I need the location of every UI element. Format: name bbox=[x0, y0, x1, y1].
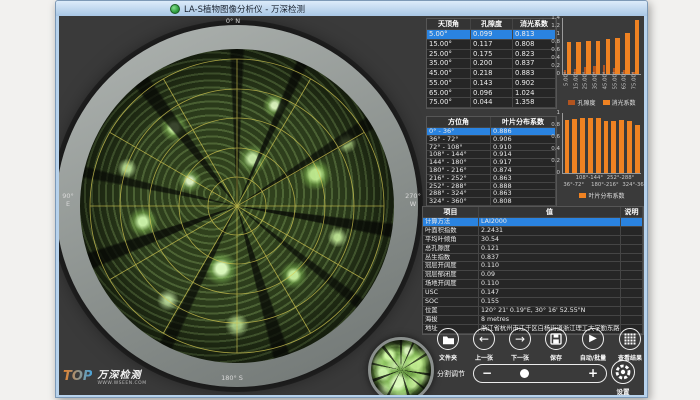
table-row[interactable]: 144° - 180°0.917 bbox=[427, 159, 556, 167]
segmentation-slider[interactable]: − + bbox=[473, 364, 607, 383]
table-row[interactable]: SOC0.155 bbox=[423, 298, 643, 307]
table-row[interactable]: 36° - 72°0.906 bbox=[427, 136, 556, 144]
table-row[interactable]: 计算方法LAI2000 bbox=[423, 218, 643, 227]
zenith-angle-table: 天顶角孔隙度消光系数5.00°0.0990.81315.00°0.1170.80… bbox=[426, 18, 557, 109]
fisheye-compass-ring bbox=[59, 25, 418, 387]
window-title: LA-S植物图像分析仪 - 万深检测 bbox=[184, 3, 305, 15]
title-bar[interactable]: LA-S植物图像分析仪 - 万深检测 bbox=[56, 1, 647, 16]
table-row[interactable]: 25.00°0.1750.823 bbox=[427, 50, 556, 60]
save-button[interactable]: 保存 bbox=[539, 328, 573, 362]
chart-legend: 孔隙度消光系数 bbox=[561, 98, 643, 107]
compass-north-label: 0° N bbox=[213, 17, 253, 25]
previous-image-button[interactable]: ← 上一张 bbox=[467, 328, 501, 362]
table-row[interactable]: 冠层郁闭度0.09 bbox=[423, 271, 643, 280]
table-row[interactable]: 0° - 36°0.886 bbox=[427, 128, 556, 136]
auto-batch-button[interactable]: ▶ 自动/批量 bbox=[576, 328, 610, 362]
table-row[interactable]: 108° - 144°0.914 bbox=[427, 151, 556, 159]
table-row[interactable]: 216° - 252°0.863 bbox=[427, 175, 556, 183]
chart-legend: 叶片分布系数 bbox=[561, 191, 643, 200]
table-row[interactable]: 45.00°0.2180.883 bbox=[427, 69, 556, 79]
thumbnail-preview[interactable] bbox=[368, 337, 434, 395]
table-row[interactable]: 位置120° 21' 0.19"E, 30° 16' 52.55"N bbox=[423, 307, 643, 316]
table-row[interactable]: 65.00°0.0961.024 bbox=[427, 89, 556, 99]
table-row[interactable]: 35.00°0.2000.837 bbox=[427, 59, 556, 69]
logo-url: WWW.WSEEN.COM bbox=[97, 381, 146, 386]
logo-name: 万深检测 bbox=[97, 366, 146, 381]
leaf-distribution-chart: 00.20.40.60.81108°-144°252°-288°36°-72°1… bbox=[547, 113, 644, 204]
table-row[interactable]: USC0.147 bbox=[423, 289, 643, 298]
table-row[interactable]: 180° - 216°0.874 bbox=[427, 167, 556, 175]
slider-handle[interactable] bbox=[520, 369, 529, 378]
table-row[interactable]: 72° - 108°0.910 bbox=[427, 144, 556, 152]
table-row[interactable]: 叶面积指数2.2431 bbox=[423, 227, 643, 236]
next-image-button[interactable]: → 下一张 bbox=[503, 328, 537, 362]
chart-plot-area bbox=[562, 113, 641, 174]
desktop: LA-S植物图像分析仪 - 万深检测 0° N 180° bbox=[0, 0, 700, 400]
grid-icon bbox=[624, 333, 636, 345]
arrow-right-icon: → bbox=[515, 333, 525, 345]
analysis-result-table: 项目值说明计算方法LAI2000叶面积指数2.2431平均叶倾角30.54总孔隙… bbox=[422, 206, 644, 335]
gear-icon bbox=[614, 363, 632, 381]
table-row[interactable]: 5.00°0.0990.813 bbox=[427, 30, 556, 40]
app-window: LA-S植物图像分析仪 - 万深检测 0° N 180° bbox=[55, 0, 648, 398]
polar-grid-overlay bbox=[80, 49, 394, 363]
compass-east-label: 90°E bbox=[59, 192, 77, 208]
table-row[interactable]: 总孔隙度0.121 bbox=[423, 245, 643, 254]
table-row[interactable]: 324° - 360°0.808 bbox=[427, 198, 556, 206]
view-results-button[interactable]: 查看结果 bbox=[613, 328, 644, 362]
compass-south-label: 180° S bbox=[212, 374, 252, 382]
compass-west-label: 270°W bbox=[404, 192, 422, 208]
table-row[interactable]: 场地开阔度0.110 bbox=[423, 280, 643, 289]
table-row[interactable]: 海拔8 metres bbox=[423, 316, 643, 325]
table-row[interactable]: 55.00°0.1430.902 bbox=[427, 79, 556, 89]
folder-icon bbox=[442, 334, 455, 345]
table-row[interactable]: 平均叶倾角30.54 bbox=[423, 236, 643, 245]
table-row[interactable]: 288° - 324°0.863 bbox=[427, 190, 556, 198]
table-row[interactable]: 丛生指数0.837 bbox=[423, 254, 643, 263]
slider-minus-button[interactable]: − bbox=[482, 366, 492, 380]
settings-button[interactable] bbox=[611, 360, 635, 384]
azimuth-angle-table: 方位角叶片分布系数0° - 36°0.88636° - 72°0.90672° … bbox=[426, 116, 557, 207]
play-icon: ▶ bbox=[589, 333, 597, 345]
main-content: 0° N 180° S 90°E 270°W 天顶角孔隙度消光系数5.00°0.… bbox=[59, 16, 644, 395]
table-header: 天顶角孔隙度消光系数 bbox=[427, 19, 556, 30]
table-header: 方位角叶片分布系数 bbox=[427, 117, 556, 128]
logo-mark: TOP bbox=[63, 369, 92, 384]
app-icon bbox=[170, 4, 180, 14]
porosity-extinction-chart: 00.20.40.60.811.21.45.00°15.00°25.00°35.… bbox=[547, 18, 644, 112]
settings-label: 设置 bbox=[607, 386, 639, 395]
table-header: 项目值说明 bbox=[423, 207, 643, 218]
table-row[interactable]: 252° - 288°0.888 bbox=[427, 183, 556, 191]
table-row[interactable]: 15.00°0.1170.808 bbox=[427, 40, 556, 50]
chart-plot-area bbox=[562, 18, 641, 75]
arrow-left-icon: ← bbox=[479, 333, 489, 345]
slider-plus-button[interactable]: + bbox=[588, 366, 598, 380]
save-icon bbox=[550, 333, 562, 345]
folder-button[interactable]: 文件夹 bbox=[431, 328, 465, 362]
segmentation-slider-label: 分割调节 bbox=[437, 369, 465, 379]
table-row[interactable]: 75.00°0.0441.358 bbox=[427, 98, 556, 108]
table-row[interactable]: 冠层开阔度0.110 bbox=[423, 262, 643, 271]
brand-logo: TOP 万深检测 WWW.WSEEN.COM bbox=[63, 366, 147, 386]
